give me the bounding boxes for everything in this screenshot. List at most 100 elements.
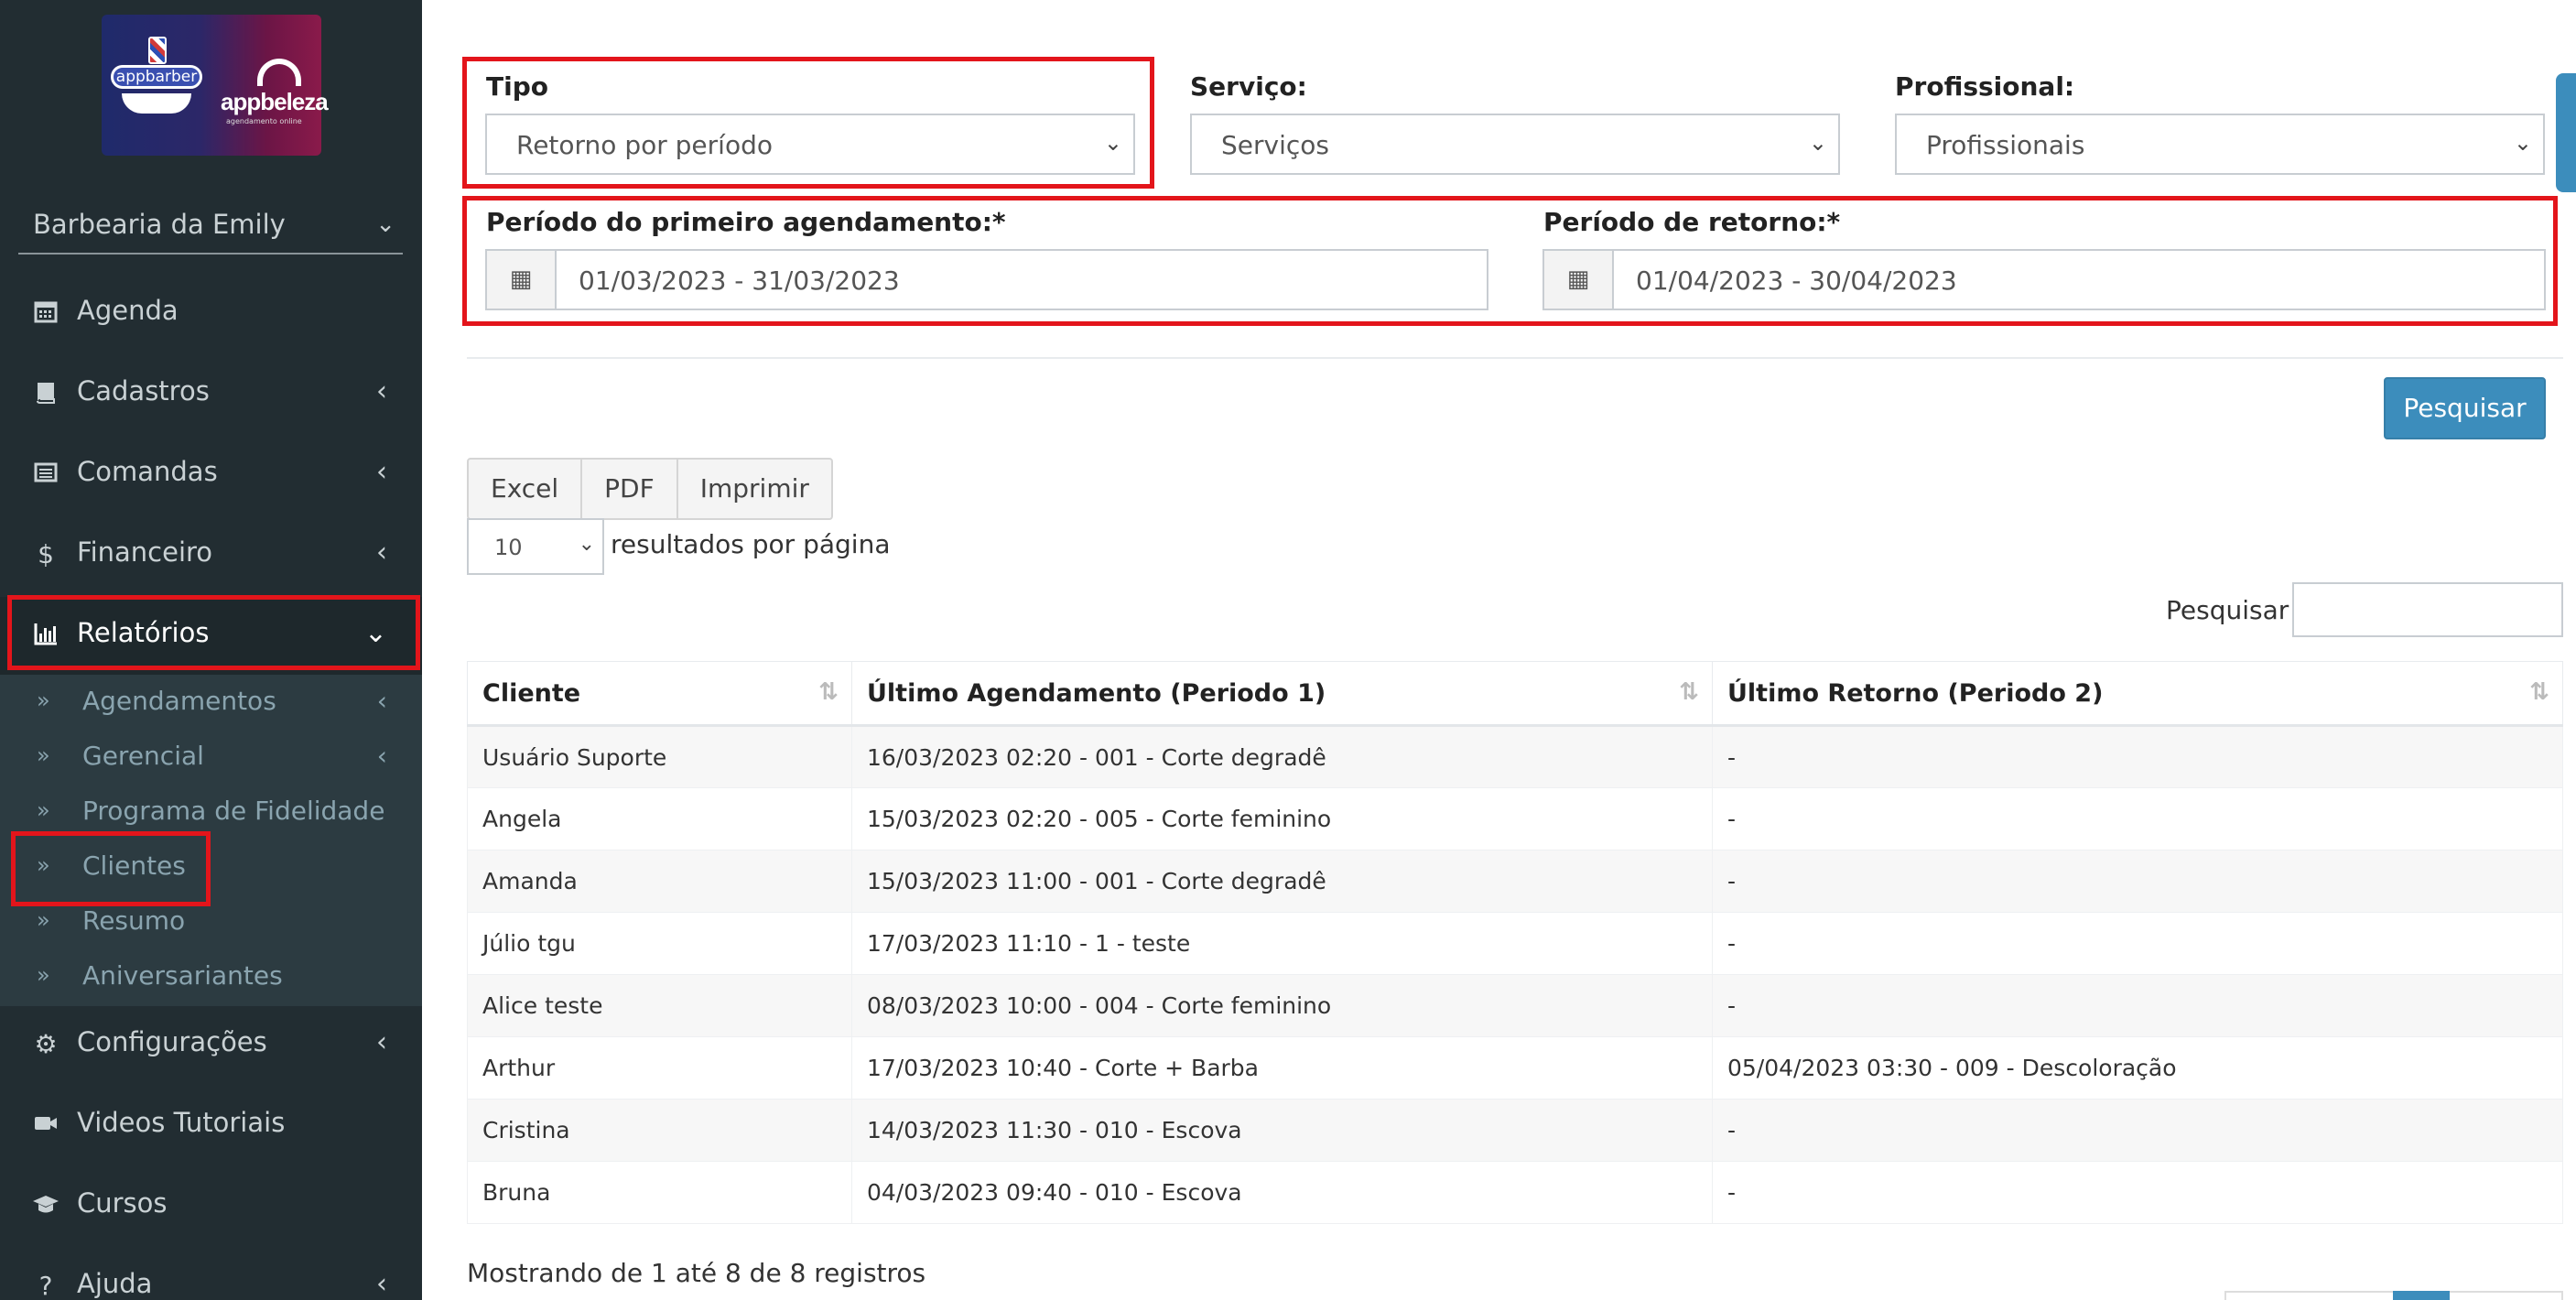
double-chevron-icon: » [37, 742, 50, 768]
submenu-item-gerencial[interactable]: » Gerencial ‹ [0, 730, 422, 785]
table-row[interactable]: Bruna 04/03/2023 09:40 - 010 - Escova - [467, 1161, 2563, 1224]
highlight-periodos [462, 196, 2558, 326]
store-selector[interactable]: Barbearia da Emily ⌄ [18, 196, 403, 255]
pagination[interactable] [2224, 1291, 2563, 1300]
barber-pole-icon [148, 37, 167, 64]
table-row[interactable]: Amanda 15/03/2023 11:00 - 001 - Corte de… [467, 850, 2563, 913]
column-header-label: Último Agendamento (Periodo 1) [867, 678, 1326, 708]
profissional-select-value: Profissionais [1926, 130, 2085, 160]
pdf-export-button[interactable]: PDF [580, 458, 678, 520]
table-row[interactable]: Alice teste 08/03/2023 10:00 - 004 - Cor… [467, 974, 2563, 1037]
profissional-select[interactable]: Profissionais ⌄ [1895, 114, 2545, 175]
table-cell: 08/03/2023 10:00 - 004 - Corte feminino [851, 974, 1713, 1037]
sidebar: appbarber appbeleza agendamento online B… [0, 0, 422, 1300]
menu-label-configuracoes: Configurações [77, 1026, 267, 1057]
table-cell: 04/03/2023 09:40 - 010 - Escova [851, 1161, 1713, 1224]
chevron-left-icon: ‹ [376, 686, 387, 716]
mustache-icon [122, 93, 191, 114]
menu-item-configuracoes[interactable]: ⚙ Configurações ‹ [0, 1006, 422, 1085]
submenu-label-fidelidade: Programa de Fidelidade [82, 796, 385, 826]
table-cell: - [1712, 1099, 2563, 1162]
search-button[interactable]: Pesquisar [2384, 377, 2546, 439]
results-table: Cliente ⇅ Último Agendamento (Periodo 1)… [467, 661, 2563, 1224]
sort-icon: ⇅ [2529, 678, 2549, 706]
submenu-label-aniversariantes: Aniversariantes [82, 960, 283, 991]
table-row[interactable]: Júlio tgu 17/03/2023 11:10 - 1 - teste - [467, 912, 2563, 975]
table-cell: - [1712, 1161, 2563, 1224]
menu-item-cursos[interactable]: Cursos [0, 1167, 422, 1246]
table-search-input[interactable] [2292, 582, 2563, 637]
column-header-ultimo-agendamento[interactable]: Último Agendamento (Periodo 1) ⇅ [851, 661, 1713, 727]
column-header-label: Cliente [482, 678, 581, 708]
double-chevron-icon: » [37, 962, 50, 988]
table-cell: 05/04/2023 03:30 - 009 - Descoloração [1712, 1036, 2563, 1100]
gear-icon: ⚙ [34, 1029, 58, 1059]
menu-item-ajuda[interactable]: ? Ajuda ‹ [0, 1248, 422, 1300]
column-header-cliente[interactable]: Cliente ⇅ [467, 661, 852, 727]
chevron-down-icon: ⌄ [2513, 130, 2532, 156]
pagination-active-page[interactable] [2393, 1291, 2450, 1300]
table-cell: 17/03/2023 10:40 - Corte + Barba [851, 1036, 1713, 1100]
table-cell: - [1712, 912, 2563, 975]
submenu-item-agendamentos[interactable]: » Agendamentos ‹ [0, 675, 422, 730]
table-cell: 15/03/2023 02:20 - 005 - Corte feminino [851, 787, 1713, 850]
submenu-item-aniversariantes[interactable]: » Aniversariantes [0, 949, 422, 1004]
table-cell: 17/03/2023 11:10 - 1 - teste [851, 912, 1713, 975]
chevron-down-icon: ⌄ [375, 211, 395, 238]
table-row[interactable]: Usuário Suporte 16/03/2023 02:20 - 001 -… [467, 725, 2563, 788]
book-icon [31, 379, 60, 408]
appbeleza-arc-icon [257, 59, 301, 86]
table-row[interactable]: Arthur 17/03/2023 10:40 - Corte + Barba … [467, 1036, 2563, 1100]
double-chevron-icon: » [37, 907, 50, 933]
table-cell: Cristina [467, 1099, 852, 1162]
page-size-label: resultados por página [611, 529, 891, 559]
table-cell: - [1712, 787, 2563, 850]
servico-select-value: Serviços [1221, 130, 1329, 160]
column-header-ultimo-retorno[interactable]: Último Retorno (Periodo 2) ⇅ [1712, 661, 2563, 727]
print-button[interactable]: Imprimir [676, 458, 833, 520]
chevron-down-icon: ⌄ [578, 533, 595, 556]
chevron-left-icon: ‹ [376, 1026, 387, 1058]
table-cell: 14/03/2023 11:30 - 010 - Escova [851, 1099, 1713, 1162]
menu-item-cadastros[interactable]: Cadastros ‹ [0, 355, 422, 434]
chevron-left-icon: ‹ [376, 1268, 387, 1300]
appbeleza-logo-subtext: agendamento online [226, 117, 302, 125]
servico-label: Serviço: [1190, 71, 1307, 102]
table-cell: Usuário Suporte [467, 725, 852, 788]
menu-label-cursos: Cursos [77, 1187, 168, 1219]
app-logo[interactable]: appbarber appbeleza agendamento online [102, 15, 329, 156]
side-help-tab[interactable] [2556, 73, 2576, 192]
dollar-icon: $ [38, 539, 54, 569]
table-cell: - [1712, 725, 2563, 788]
menu-item-videos[interactable]: Videos Tutoriais [0, 1087, 422, 1165]
calendar-icon [31, 298, 60, 328]
table-cell: Arthur [467, 1036, 852, 1100]
menu-item-financeiro[interactable]: $ Financeiro ‹ [0, 516, 422, 595]
column-header-label: Último Retorno (Periodo 2) [1727, 678, 2104, 708]
submenu-label-resumo: Resumo [82, 905, 186, 936]
servico-select[interactable]: Serviços ⌄ [1190, 114, 1840, 175]
chevron-left-icon: ‹ [376, 456, 387, 488]
sort-icon: ⇅ [1679, 678, 1699, 706]
menu-item-agenda[interactable]: Agenda [0, 275, 422, 353]
list-icon [31, 460, 60, 489]
submenu-label-agendamentos: Agendamentos [82, 686, 276, 716]
page-size-select[interactable]: 10 ⌄ [467, 518, 604, 575]
page-size-value: 10 [494, 535, 523, 560]
graduation-cap-icon [31, 1191, 60, 1220]
menu-item-comandas[interactable]: Comandas ‹ [0, 436, 422, 515]
excel-export-button[interactable]: Excel [467, 458, 583, 520]
table-row[interactable]: Angela 15/03/2023 02:20 - 005 - Corte fe… [467, 787, 2563, 850]
profissional-label: Profissional: [1895, 71, 2075, 102]
highlight-clientes [11, 831, 211, 906]
table-cell: 16/03/2023 02:20 - 001 - Corte degradê [851, 725, 1713, 788]
table-info: Mostrando de 1 até 8 de 8 registros [467, 1258, 926, 1288]
submenu-label-gerencial: Gerencial [82, 741, 204, 771]
double-chevron-icon: » [37, 797, 50, 823]
menu-label-videos: Videos Tutoriais [77, 1107, 286, 1138]
export-buttons: Excel PDF Imprimir [467, 458, 833, 520]
menu-label-comandas: Comandas [77, 456, 218, 487]
table-search-label: Pesquisar [2166, 595, 2289, 625]
table-row[interactable]: Cristina 14/03/2023 11:30 - 010 - Escova… [467, 1099, 2563, 1162]
table-header-row: Cliente ⇅ Último Agendamento (Periodo 1)… [467, 661, 2563, 727]
